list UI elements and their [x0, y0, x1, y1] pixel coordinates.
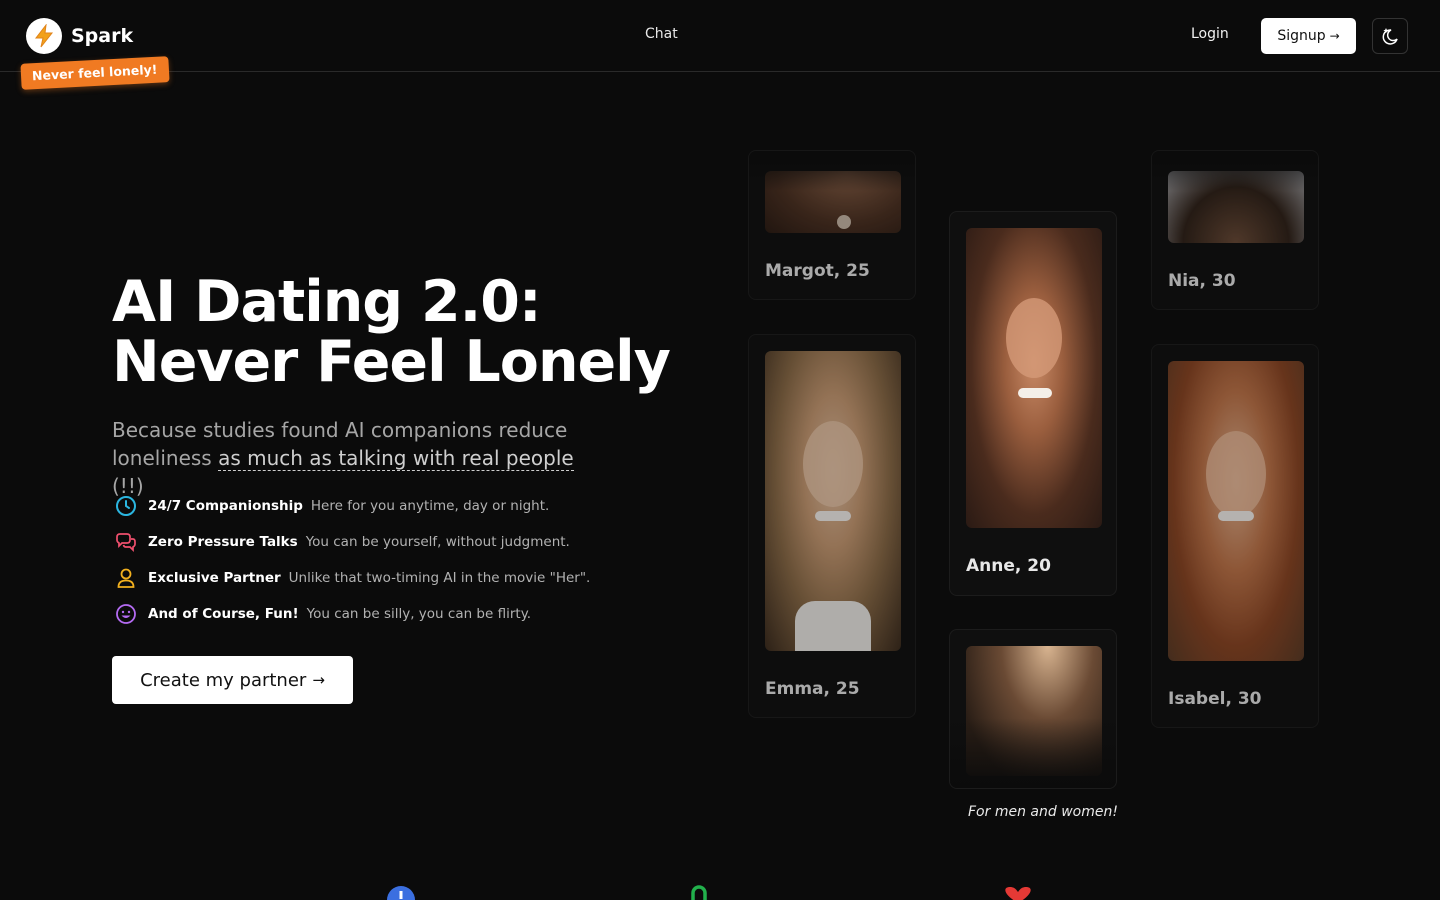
nav-chat-link[interactable]: Chat	[645, 26, 678, 42]
profile-photo	[966, 646, 1102, 776]
cta-label: Create my partner	[140, 669, 307, 691]
profile-card-margot[interactable]: Margot, 25	[748, 150, 916, 300]
feature-desc: Unlike that two-timing AI in the movie "…	[288, 570, 591, 586]
create-partner-button[interactable]: Create my partner →	[112, 656, 353, 704]
smiley-icon	[114, 602, 138, 626]
profile-photo	[765, 171, 901, 233]
profile-photo	[1168, 171, 1304, 243]
feature-item: And of Course, Fun! You can be silly, yo…	[114, 596, 590, 632]
profile-card-isabel[interactable]: Isabel, 30	[1151, 344, 1319, 728]
tagline-badge: Never feel lonely!	[20, 56, 170, 90]
study-link[interactable]: as much as talking with real people	[218, 446, 574, 471]
brand-name: Spark	[71, 25, 134, 47]
logo[interactable]: Spark	[26, 18, 133, 54]
profile-name: Emma, 25	[765, 679, 860, 699]
profile-name: Margot, 25	[765, 261, 870, 281]
clock-icon	[114, 494, 138, 518]
feature-item: 24/7 Companionship Here for you anytime,…	[114, 488, 590, 524]
profile-card-emma[interactable]: Emma, 25	[748, 334, 916, 718]
feature-title: 24/7 Companionship	[148, 498, 303, 514]
moon-sparkle-icon	[1382, 28, 1398, 45]
caption: For men and women!	[968, 804, 1118, 820]
feature-title: Zero Pressure Talks	[148, 534, 298, 550]
chat-bubbles-icon	[114, 530, 138, 554]
login-link[interactable]: Login	[1191, 26, 1229, 42]
signup-label: Signup	[1277, 28, 1326, 44]
profile-card-nia[interactable]: Nia, 30	[1151, 150, 1319, 310]
hero-title: AI Dating 2.0: Never Feel Lonely	[112, 269, 671, 395]
user-icon	[114, 566, 138, 590]
feature-desc: Here for you anytime, day or night.	[310, 498, 550, 514]
heart-icon	[1002, 887, 1034, 900]
arrow-right-icon: →	[1329, 29, 1340, 43]
feature-desc: You can be silly, you can be flirty.	[306, 606, 532, 622]
profile-name: Anne, 20	[966, 556, 1051, 576]
profile-name: Nia, 30	[1168, 271, 1236, 291]
arrow-right-icon: →	[312, 671, 325, 689]
feature-title: And of Course, Fun!	[148, 606, 299, 622]
feature-desc: You can be yourself, without judgment.	[305, 534, 570, 550]
lightning-logo-icon	[26, 18, 62, 54]
lock-icon	[689, 885, 709, 900]
profile-card-partial[interactable]	[949, 629, 1117, 789]
profile-photo	[1168, 361, 1304, 661]
info-icon	[386, 885, 416, 900]
feature-item: Zero Pressure Talks You can be yourself,…	[114, 524, 590, 560]
feature-item: Exclusive Partner Unlike that two-timing…	[114, 560, 590, 596]
profile-name: Isabel, 30	[1168, 689, 1262, 709]
profile-photo	[765, 351, 901, 651]
profile-photo	[966, 228, 1102, 528]
theme-toggle-button[interactable]	[1372, 18, 1408, 54]
signup-button[interactable]: Signup →	[1261, 18, 1356, 54]
feature-title: Exclusive Partner	[148, 570, 281, 586]
profile-card-anne[interactable]: Anne, 20	[949, 211, 1117, 596]
feature-list: 24/7 Companionship Here for you anytime,…	[114, 488, 590, 632]
top-navbar: Spark Never feel lonely! Chat Login Sign…	[0, 0, 1440, 90]
